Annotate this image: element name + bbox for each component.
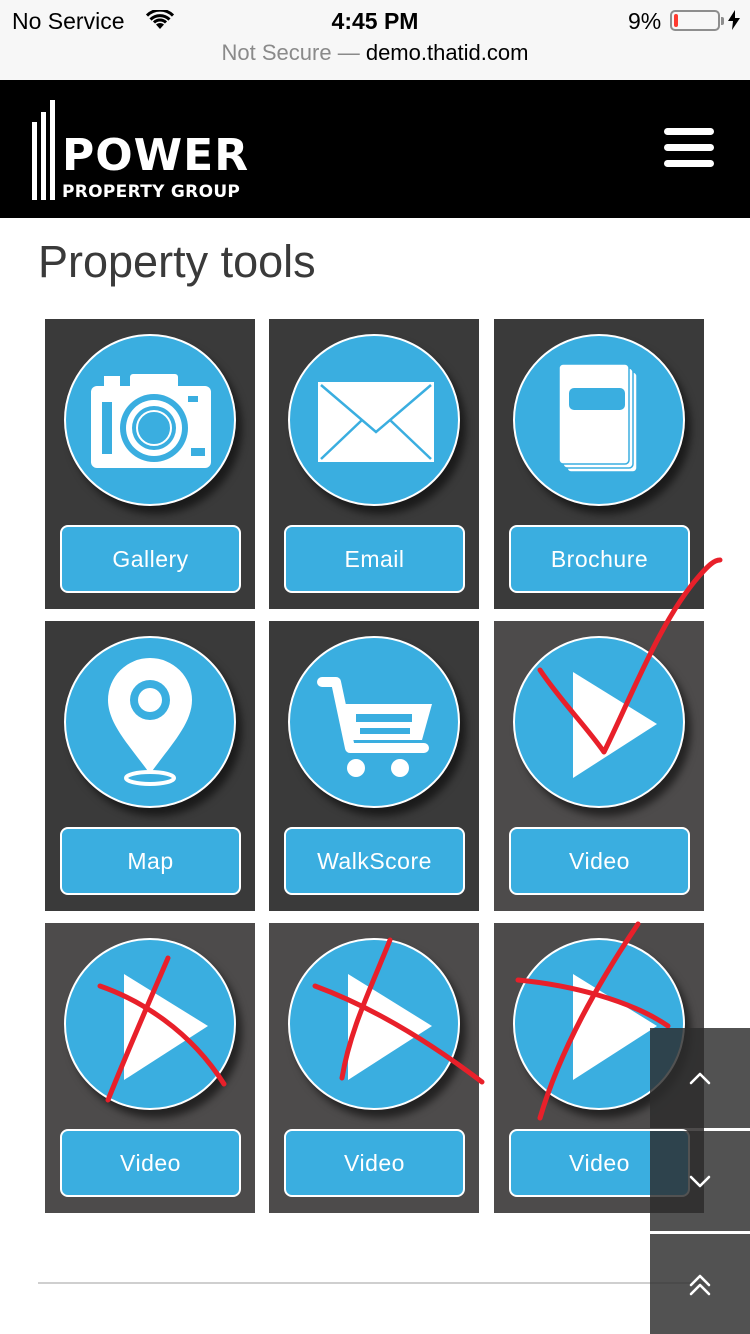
tool-tile-walkscore: WalkScore [269,621,479,911]
play-icon [573,672,657,778]
walkscore-button[interactable]: WalkScore [284,827,465,895]
tool-icon-circle[interactable] [288,334,460,506]
tool-tile-email: Email [269,319,479,609]
play-icon [348,974,432,1080]
gallery-button[interactable]: Gallery [60,525,241,593]
brochure-button[interactable]: Brochure [509,525,690,593]
map-button[interactable]: Map [60,827,241,895]
tool-icon-circle[interactable] [64,938,236,1110]
chevron-down-icon [689,1175,711,1188]
tool-icon-circle[interactable] [64,636,236,808]
battery-level [674,14,678,27]
menu-line [664,160,714,167]
logo-tagline: PROPERTY GROUP [62,182,241,202]
tool-tile-video: Video [494,621,704,911]
page-title: Property tools [38,236,316,287]
status-bar: No Service 4:45 PM 9% Not Secure — demo.… [0,0,750,80]
tool-tile-gallery: Gallery [45,319,255,609]
url-domain: demo.thatid.com [365,40,529,65]
menu-line [664,128,714,135]
footer-divider [38,1282,710,1284]
scroll-down-button[interactable] [650,1131,750,1231]
video-button[interactable]: Video [60,1129,241,1197]
double-chevron-up-icon [689,1274,711,1296]
scroll-top-button[interactable] [650,1234,750,1334]
logo-wordmark: POWER [62,130,250,181]
battery-icon [670,10,724,31]
email-button[interactable]: Email [284,525,465,593]
brochure-icon [558,363,638,473]
play-icon [124,974,208,1080]
tool-tile-map: Map [45,621,255,911]
video-button[interactable]: Video [284,1129,465,1197]
tool-tile-brochure: Brochure [494,319,704,609]
camera-icon [91,374,211,468]
video-button[interactable]: Video [509,827,690,895]
tool-tile-video: Video [269,923,479,1213]
map-pin-icon [108,658,192,786]
tool-icon-circle[interactable] [513,334,685,506]
security-label: Not Secure [221,40,332,65]
url-separator: — [337,40,360,65]
charging-bolt-icon [728,10,740,30]
tool-icon-circle[interactable] [288,938,460,1110]
battery-percent: 9% [628,8,662,34]
menu-button[interactable] [664,128,714,170]
scroll-up-button[interactable] [650,1028,750,1128]
logo[interactable]: POWER PROPERTY GROUP [30,100,270,204]
envelope-icon [318,382,434,462]
site-header: POWER PROPERTY GROUP [0,80,750,218]
logo-bars-icon [32,100,55,200]
menu-line [664,144,714,151]
tool-icon-circle[interactable] [513,636,685,808]
tool-tile-video: Video [45,923,255,1213]
url-bar[interactable]: Not Secure — demo.thatid.com [0,40,750,66]
tool-icon-circle[interactable] [288,636,460,808]
shopping-cart-icon [317,677,432,777]
chevron-up-icon [689,1072,711,1085]
tool-icon-circle[interactable] [64,334,236,506]
